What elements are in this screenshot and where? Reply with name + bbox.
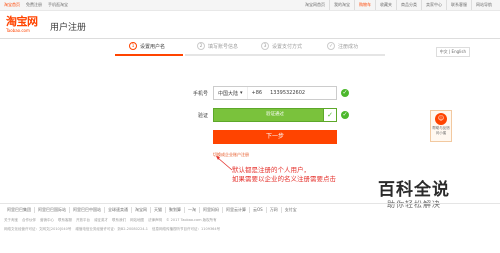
- help-line-2: 问小蜜: [435, 131, 447, 135]
- footer-link[interactable]: 支付宝: [280, 207, 300, 213]
- footer-link[interactable]: 天猫: [150, 207, 165, 213]
- footer-link[interactable]: 阿里云计算: [222, 207, 249, 213]
- license-text: 增值电信业务经营许可证：浙B2-20080224-1: [75, 227, 149, 231]
- footer-about-link[interactable]: 开放平台: [76, 218, 90, 223]
- watermark: 百科全说 助你轻松解决: [364, 180, 464, 210]
- footer-about-link[interactable]: 网站地图: [130, 218, 144, 223]
- footer-about-link[interactable]: 法律声明: [148, 218, 162, 223]
- watermark-title: 百科全说: [378, 180, 450, 200]
- footer-about-link[interactable]: 联系我们: [112, 218, 126, 223]
- footer-link[interactable]: 阿里巴巴中国站: [69, 207, 104, 213]
- footer-link[interactable]: 全球速卖通: [104, 207, 131, 213]
- watermark-subtitle: 助你轻松解决: [387, 200, 441, 209]
- annotation-line-2: 如果需要以企业的名义注册需要点击: [232, 175, 336, 183]
- footer-about-links: 关于淘宝 合作伙伴 营销中心 联系客服 开放平台 诚征英才 联系我们 网站地图 …: [4, 218, 217, 223]
- help-feedback-widget[interactable]: ☺ 帮助与反馈 问小蜜: [430, 110, 452, 142]
- annotation-arrow: [216, 156, 233, 171]
- footer-link[interactable]: 阿里妈妈: [199, 207, 222, 213]
- footer-link[interactable]: 阿里巴巴国际站: [34, 207, 69, 213]
- footer-link[interactable]: 聚划算: [165, 207, 184, 213]
- assistant-icon: ☺: [435, 113, 447, 125]
- footer-link[interactable]: 一淘: [184, 207, 199, 213]
- footer-about-link[interactable]: 联系客服: [58, 218, 72, 223]
- footer-link[interactable]: 云OS: [249, 207, 266, 213]
- license-text: 信息网络传播视听节目许可证：1109364号: [152, 227, 221, 231]
- footer-about-link[interactable]: 关于淘宝: [4, 218, 18, 223]
- footer-about-link[interactable]: 诚征英才: [94, 218, 108, 223]
- footer-divider: [0, 203, 500, 204]
- annotation-text: 默认都是注册的个人用户， 如果需要以企业的名义注册需要点击: [232, 166, 336, 184]
- annotation-line-1: 默认都是注册的个人用户，: [232, 166, 310, 174]
- footer-link[interactable]: 万网: [265, 207, 281, 213]
- copyright-text: © 2017 Taobao.com 版权所有: [166, 218, 217, 222]
- footer-link[interactable]: 淘宝网: [131, 207, 150, 213]
- footer-about-link[interactable]: 合作伙伴: [22, 218, 36, 223]
- footer-about-link[interactable]: 营销中心: [40, 218, 54, 223]
- license-text: 网络文化经营许可证：文网文[2010]040号: [4, 227, 72, 231]
- footer-group-links: 阿里巴巴集团 阿里巴巴国际站 阿里巴巴中国站 全球速卖通 淘宝网 天猫 聚划算 …: [4, 207, 300, 213]
- footer-link[interactable]: 阿里巴巴集团: [4, 207, 34, 213]
- footer-licenses: 网络文化经营许可证：文网文[2010]040号 增值电信业务经营许可证：浙B2-…: [4, 227, 220, 232]
